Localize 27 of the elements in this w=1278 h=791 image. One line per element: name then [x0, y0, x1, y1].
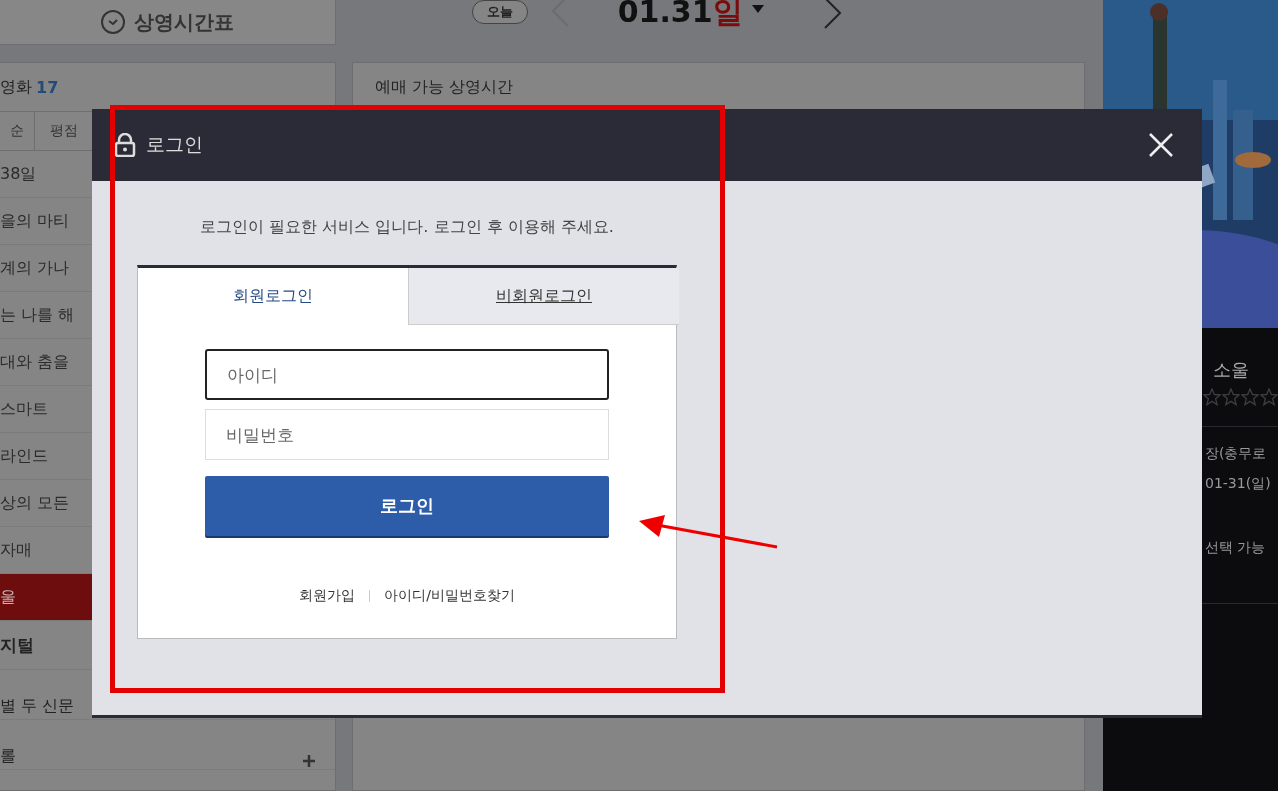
movie-item[interactable]: 롤: [0, 746, 16, 767]
dialog-title: 로그인: [146, 132, 203, 157]
schedule-button[interactable]: 상영시간표: [0, 0, 336, 45]
movie-title: 소울: [1212, 358, 1249, 382]
sort-tab[interactable]: 순: [0, 112, 35, 150]
caret-icon[interactable]: [750, 4, 765, 14]
id-field[interactable]: 아이디: [205, 349, 609, 400]
login-button[interactable]: 로그인: [205, 476, 609, 536]
panel-title: 예매 가능 상영시간: [374, 77, 513, 96]
link[interactable]: 회원가입: [299, 587, 356, 605]
plus-icon[interactable]: [302, 755, 315, 767]
date-text: 01.31: [617, 0, 713, 29]
date-text: 01-31(일): [1204, 475, 1271, 493]
next-icon[interactable]: [822, 0, 843, 30]
theater-text: 장(충무로: [1204, 445, 1267, 463]
password-field[interactable]: 비밀번호: [205, 409, 609, 460]
login-tab[interactable]: 비회원로그인: [408, 268, 679, 325]
seat-text: 선택 가능: [1204, 539, 1266, 557]
panel-title: 영화: [0, 76, 32, 98]
lock-icon: [114, 133, 136, 157]
movie-item[interactable]: 별 두 신문: [0, 696, 75, 717]
close-icon[interactable]: [1148, 132, 1174, 158]
clock-icon: [100, 9, 127, 35]
today-button[interactable]: 오늘: [471, 0, 528, 24]
link[interactable]: 아이디/비밀번호찾기: [384, 587, 515, 605]
login-message: 로그인이 필요한 서비스 입니다. 로그인 후 이용해 주세요.: [199, 217, 615, 238]
movie-count: 17: [36, 77, 59, 97]
